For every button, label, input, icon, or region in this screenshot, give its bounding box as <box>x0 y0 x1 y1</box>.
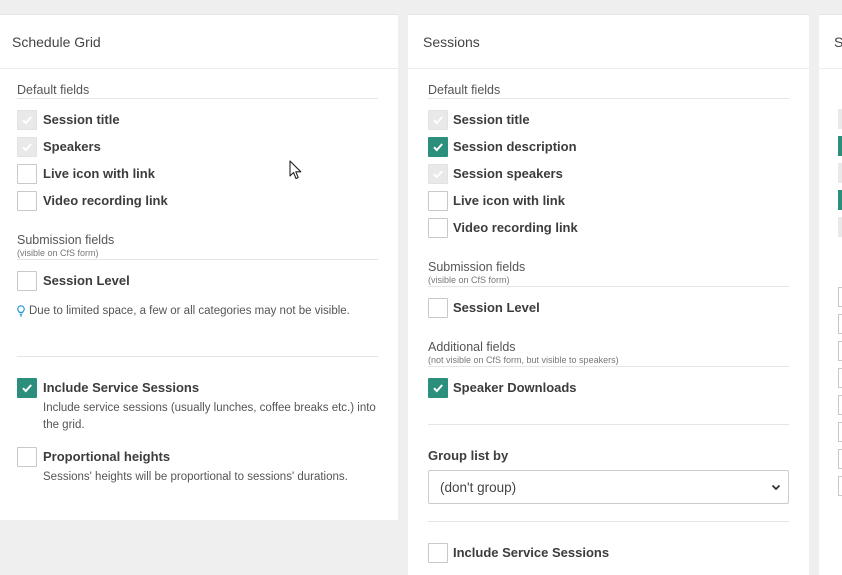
tip-text: Due to limited space, a few or all categ… <box>29 305 350 317</box>
checkbox-label[interactable]: Video recording link <box>43 193 168 208</box>
checkbox-partial <box>838 217 842 237</box>
checkbox-speaker-downloads[interactable] <box>428 378 448 398</box>
checkbox-partial <box>838 190 842 210</box>
panel-title: S <box>834 34 842 50</box>
submission-fields-subtitle: (visible on CfS form) <box>17 248 99 258</box>
checkbox-live-icon[interactable] <box>17 164 37 184</box>
checkbox-partial <box>838 163 842 183</box>
group-list-label: Group list by <box>428 448 509 463</box>
submission-fields-subtitle: (visible on CfS form) <box>428 275 510 285</box>
checkbox-video-recording[interactable] <box>428 218 448 238</box>
third-panel: S <box>819 14 842 575</box>
checkbox-include-service-sessions[interactable] <box>17 378 37 398</box>
checkbox-partial <box>838 395 842 415</box>
checkbox-label[interactable]: Include Service Sessions <box>453 545 609 560</box>
divider <box>428 521 789 522</box>
checkbox-partial <box>838 341 842 361</box>
checkbox-include-service-sessions[interactable] <box>428 543 448 563</box>
checkbox-label[interactable]: Session Level <box>43 273 130 288</box>
mouse-cursor-icon <box>289 160 302 180</box>
divider <box>428 286 789 287</box>
checkbox-live-icon[interactable] <box>428 191 448 211</box>
check-icon <box>22 384 32 393</box>
checkbox-session-title <box>428 110 448 130</box>
panel-header: Sessions <box>408 15 809 69</box>
checkbox-label[interactable]: Live icon with link <box>43 166 155 181</box>
divider <box>17 259 378 260</box>
checkbox-label[interactable]: Proportional heights <box>43 449 170 464</box>
checkbox-label: Speakers <box>43 139 101 154</box>
checkbox-label: Session title <box>453 112 530 127</box>
group-list-select[interactable]: (don't group) <box>428 470 789 504</box>
checkbox-partial <box>838 287 842 307</box>
divider <box>819 68 842 69</box>
checkbox-partial <box>838 368 842 388</box>
divider <box>428 98 789 99</box>
additional-fields-title: Additional fields <box>428 340 516 354</box>
checkbox-label[interactable]: Include Service Sessions <box>43 380 199 395</box>
divider <box>428 366 789 367</box>
checkbox-session-title <box>17 110 37 130</box>
checkbox-label[interactable]: Live icon with link <box>453 193 565 208</box>
option-description: Include service sessions (usually lunche… <box>43 402 376 431</box>
checkbox-partial <box>838 422 842 442</box>
lightbulb-icon <box>17 305 25 317</box>
checkbox-session-description[interactable] <box>428 137 448 157</box>
checkbox-label[interactable]: Video recording link <box>453 220 578 235</box>
default-fields-title: Default fields <box>17 83 90 97</box>
submission-fields-title: Submission fields <box>17 233 115 247</box>
select-value: (don't group) <box>440 480 517 495</box>
check-icon <box>22 116 32 125</box>
chevron-down-icon <box>771 484 781 491</box>
check-icon <box>433 143 443 152</box>
checkbox-session-speakers <box>428 164 448 184</box>
checkbox-session-level[interactable] <box>17 271 37 291</box>
divider <box>17 98 378 99</box>
checkbox-partial <box>838 314 842 334</box>
panel-title: Sessions <box>423 34 480 50</box>
check-icon <box>22 143 32 152</box>
schedule-grid-panel: Schedule Grid Default fields Session tit… <box>0 14 398 520</box>
additional-fields-subtitle: (not visible on CfS form, but visible to… <box>428 355 619 365</box>
checkbox-label[interactable]: Speaker Downloads <box>453 380 577 395</box>
checkbox-proportional-heights[interactable] <box>17 447 37 467</box>
checkbox-partial <box>838 449 842 469</box>
check-icon <box>433 384 443 393</box>
checkbox-label[interactable]: Session description <box>453 139 577 154</box>
checkbox-speakers <box>17 137 37 157</box>
panel-header: Schedule Grid <box>0 15 398 69</box>
submission-fields-title: Submission fields <box>428 260 526 274</box>
checkbox-session-level[interactable] <box>428 298 448 318</box>
checkbox-partial <box>838 136 842 156</box>
check-icon <box>433 170 443 179</box>
checkbox-partial <box>838 109 842 129</box>
checkbox-label: Session speakers <box>453 166 563 181</box>
default-fields-title: Default fields <box>428 83 501 97</box>
checkbox-label: Session title <box>43 112 120 127</box>
sessions-panel: Sessions Default fields Session title Se… <box>408 14 809 575</box>
divider <box>17 356 378 357</box>
checkbox-label[interactable]: Session Level <box>453 300 540 315</box>
divider <box>428 424 789 425</box>
panel-title: Schedule Grid <box>12 34 101 50</box>
checkbox-video-recording[interactable] <box>17 191 37 211</box>
check-icon <box>433 116 443 125</box>
checkbox-partial <box>838 476 842 496</box>
option-description: Sessions' heights will be proportional t… <box>43 471 348 483</box>
